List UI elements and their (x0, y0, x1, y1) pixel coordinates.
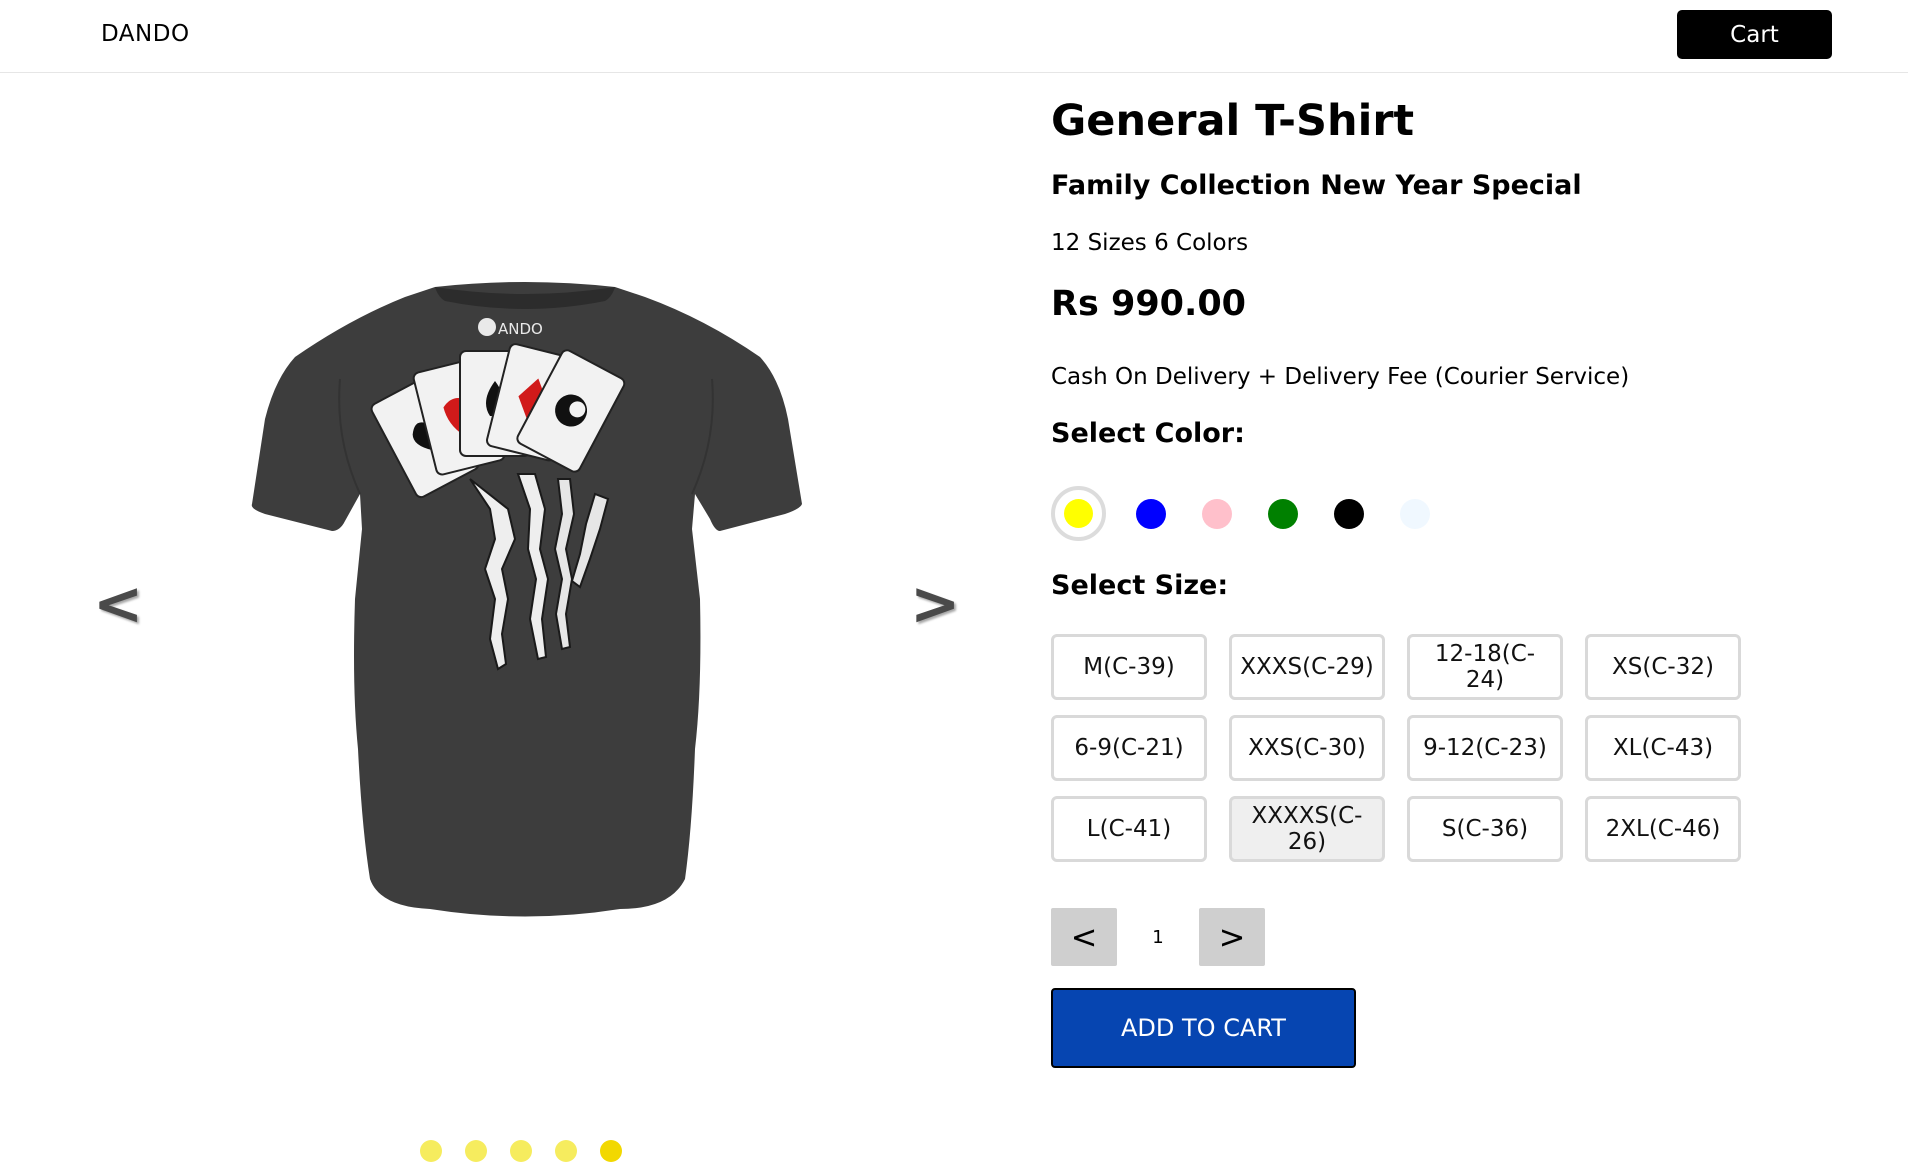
color-swatch-blue[interactable] (1136, 499, 1166, 529)
size-option[interactable]: 12-18(C-24) (1407, 634, 1563, 700)
color-swatch-yellow[interactable] (1051, 486, 1106, 541)
size-option[interactable]: XXS(C-30) (1229, 715, 1385, 781)
color-swatch-fill (1064, 499, 1093, 528)
color-swatch-pink[interactable] (1202, 499, 1232, 529)
size-option[interactable]: XL(C-43) (1585, 715, 1741, 781)
quantity-decrement-button[interactable]: < (1051, 908, 1117, 966)
color-swatch-black[interactable] (1334, 499, 1364, 529)
carousel-dots (420, 1140, 622, 1162)
delivery-info: Cash On Delivery + Delivery Fee (Courier… (1051, 364, 1630, 390)
select-size-label: Select Size: (1051, 570, 1229, 601)
quantity-stepper: < 1 > (1051, 908, 1265, 966)
size-option[interactable]: 6-9(C-21) (1051, 715, 1207, 781)
brand-logo[interactable]: DANDO (101, 21, 190, 47)
color-swatch-aliceblue[interactable] (1400, 499, 1430, 529)
size-option[interactable]: L(C-41) (1051, 796, 1207, 862)
cart-button[interactable]: Cart (1677, 10, 1832, 59)
carousel-dot[interactable] (465, 1140, 487, 1162)
size-option[interactable]: 2XL(C-46) (1585, 796, 1741, 862)
product-gallery: < ANDO > (0, 74, 1040, 1162)
product-title: General T-Shirt (1051, 96, 1415, 146)
select-color-label: Select Color: (1051, 418, 1245, 449)
size-option[interactable]: M(C-39) (1051, 634, 1207, 700)
quantity-increment-button[interactable]: > (1199, 908, 1265, 966)
size-option[interactable]: XXXS(C-29) (1229, 634, 1385, 700)
previous-image-button[interactable]: < (93, 574, 143, 634)
size-option[interactable]: 9-12(C-23) (1407, 715, 1563, 781)
variants-summary: 12 Sizes 6 Colors (1051, 230, 1249, 256)
next-image-button[interactable]: > (910, 574, 960, 634)
color-swatch-green[interactable] (1268, 499, 1298, 529)
add-to-cart-button[interactable]: ADD TO CART (1051, 988, 1356, 1068)
carousel-dot[interactable] (555, 1140, 577, 1162)
product-price: Rs 990.00 (1051, 284, 1247, 324)
carousel-dot[interactable] (420, 1140, 442, 1162)
color-swatches (1051, 484, 1471, 544)
size-options: M(C-39) XXXS(C-29) 12-18(C-24) XS(C-32) … (1051, 634, 1741, 862)
quantity-value: 1 (1152, 926, 1164, 948)
product-subtitle: Family Collection New Year Special (1051, 170, 1582, 201)
size-option-hovered[interactable]: XXXXS(C-26) (1229, 796, 1385, 862)
size-option[interactable]: S(C-36) (1407, 796, 1563, 862)
header: DANDO Cart (0, 0, 1908, 73)
carousel-dot-active[interactable] (600, 1140, 622, 1162)
carousel-dot[interactable] (510, 1140, 532, 1162)
shirt-logo-text: ANDO (498, 320, 543, 338)
product-image: ANDO (251, 282, 802, 917)
size-option[interactable]: XS(C-32) (1585, 634, 1741, 700)
